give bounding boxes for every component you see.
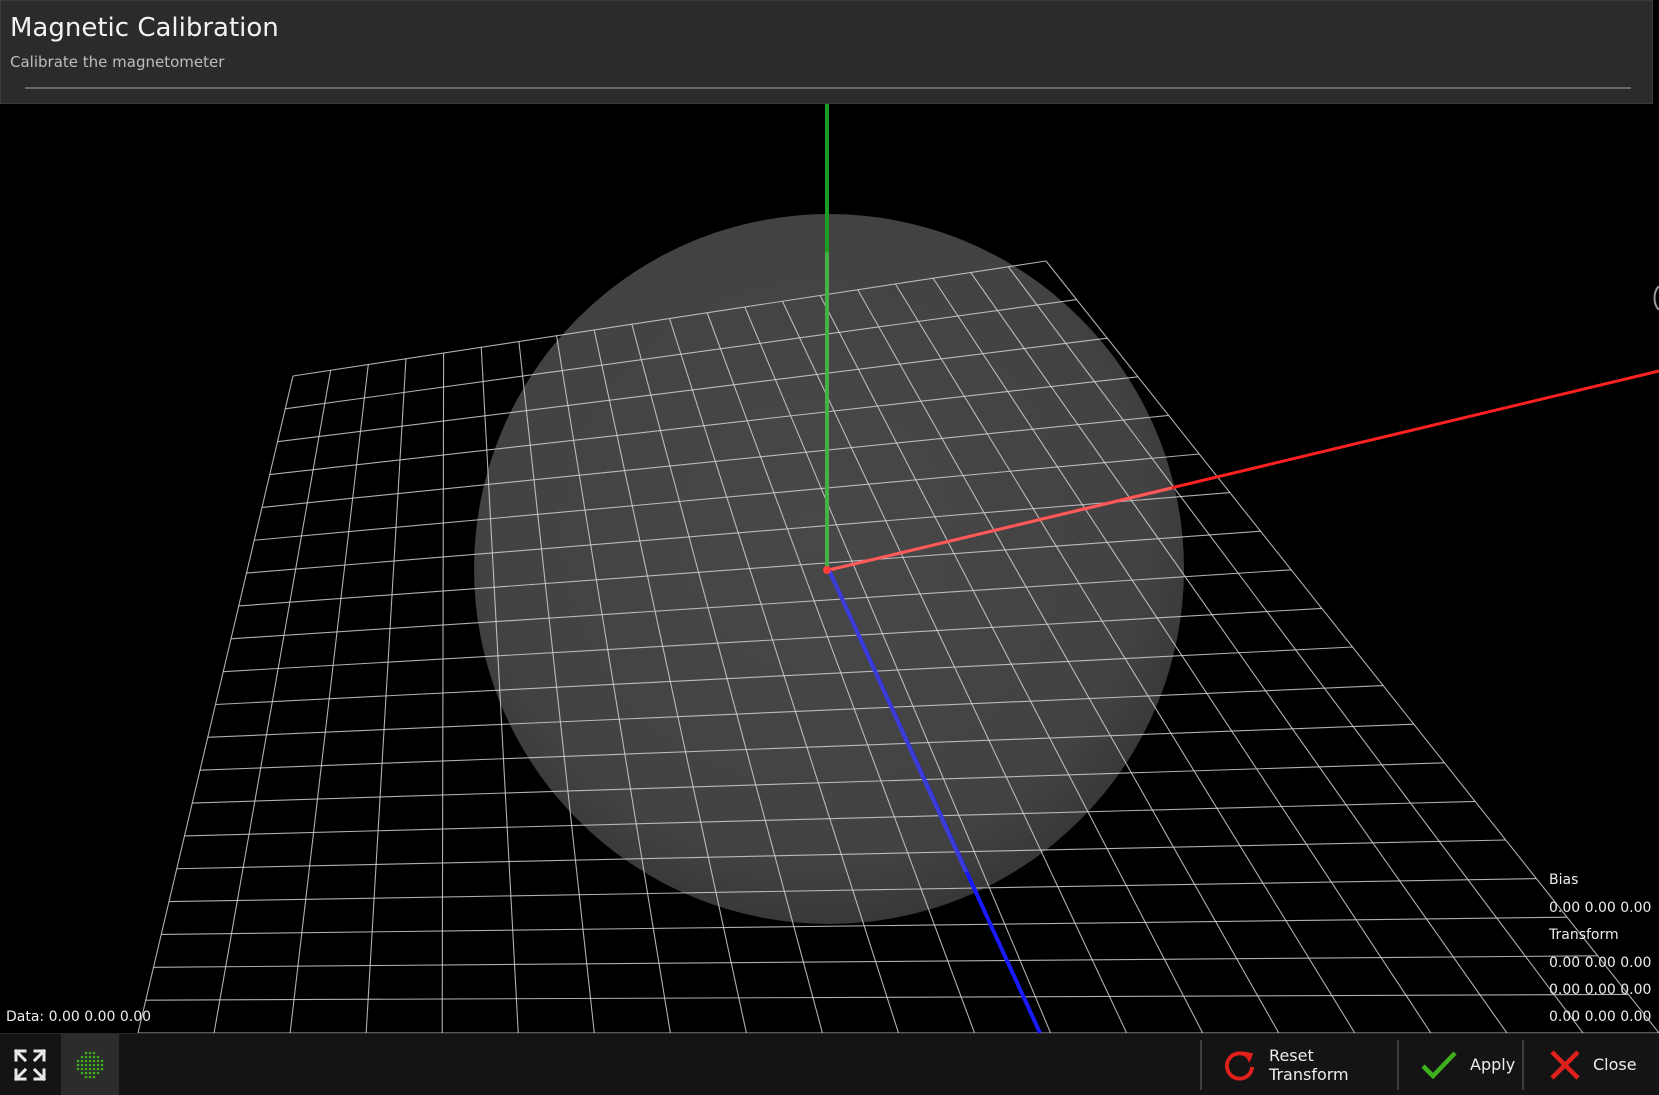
dot-grid-dot <box>100 1063 104 1066</box>
data-readout: Data: 0.00 0.00 0.00 <box>6 1009 152 1025</box>
dot-grid-dot <box>84 1063 88 1066</box>
transform-row: 0.00 0.00 0.00 <box>1549 982 1652 998</box>
refresh-icon <box>1225 1050 1255 1081</box>
apply-button[interactable]: Apply <box>1408 1034 1520 1095</box>
dot-grid-dot <box>92 1075 96 1078</box>
toolbar-separator <box>1522 1040 1524 1090</box>
header-divider <box>25 87 1631 89</box>
dot-grid-dot <box>96 1067 100 1070</box>
bias-label: Bias <box>1549 872 1579 888</box>
dot-grid-dot <box>92 1051 96 1054</box>
calibration-3d-viewport[interactable] <box>0 104 1659 1033</box>
dot-grid-dot <box>92 1059 96 1062</box>
expand-arrows-icon <box>13 1048 47 1081</box>
dot-grid-dot <box>96 1059 100 1062</box>
reset-transform-button[interactable]: Reset Transform <box>1210 1034 1395 1095</box>
transform-row: 0.00 0.00 0.00 <box>1549 1009 1652 1025</box>
dialog-subtitle: Calibrate the magnetometer <box>10 53 225 71</box>
dot-grid-dot <box>88 1055 92 1058</box>
bottom-toolbar: Reset Transform Apply Close <box>0 1033 1659 1095</box>
scene-canvas[interactable] <box>0 104 1659 1033</box>
checkmark-icon <box>1421 1050 1457 1079</box>
dot-grid-dot <box>80 1055 84 1058</box>
dot-grid-dot <box>84 1071 88 1074</box>
dot-grid-dot <box>92 1063 96 1066</box>
dot-grid-dot <box>76 1063 80 1066</box>
bias-value: 0.00 0.00 0.00 <box>1549 900 1652 916</box>
dot-grid-dot <box>100 1059 104 1062</box>
dot-grid-dot <box>84 1067 88 1070</box>
dot-grid-dot <box>84 1051 88 1054</box>
dot-grid-dot <box>92 1055 96 1058</box>
transform-row: 0.00 0.00 0.00 <box>1549 955 1652 971</box>
dialog-header: Magnetic Calibration Calibrate the magne… <box>0 0 1653 104</box>
toolbar-separator <box>1397 1040 1399 1090</box>
origin-point <box>823 566 831 574</box>
close-button[interactable]: Close <box>1533 1034 1659 1095</box>
points-toggle-button[interactable] <box>61 1034 119 1095</box>
dot-grid-icon <box>76 1051 104 1078</box>
dot-grid-dot <box>88 1063 92 1066</box>
dot-grid-dot <box>80 1063 84 1066</box>
close-label: Close <box>1593 1055 1637 1074</box>
dot-grid-dot <box>92 1067 96 1070</box>
close-x-icon <box>1550 1049 1580 1080</box>
dot-grid-dot <box>88 1067 92 1070</box>
dot-grid-dot <box>96 1055 100 1058</box>
dot-grid-dot <box>76 1059 80 1062</box>
dot-grid-dot <box>76 1067 80 1070</box>
dot-grid-dot <box>80 1071 84 1074</box>
dot-grid-dot <box>88 1071 92 1074</box>
dot-grid-dot <box>84 1075 88 1078</box>
apply-label: Apply <box>1470 1055 1516 1074</box>
dot-grid-dot <box>80 1059 84 1062</box>
scroll-notch-icon[interactable] <box>1650 286 1659 310</box>
dot-grid-dot <box>92 1071 96 1074</box>
dot-grid-dot <box>96 1071 100 1074</box>
dot-grid-dot <box>88 1059 92 1062</box>
dot-grid-dot <box>88 1075 92 1078</box>
dialog-title: Magnetic Calibration <box>10 13 279 43</box>
dot-grid-dot <box>100 1067 104 1070</box>
fullscreen-button[interactable] <box>0 1034 60 1095</box>
reset-transform-label: Reset Transform <box>1269 1045 1349 1084</box>
dot-grid-dot <box>84 1059 88 1062</box>
dot-grid-dot <box>88 1051 92 1054</box>
dot-grid-dot <box>80 1067 84 1070</box>
dot-grid-dot <box>96 1063 100 1066</box>
toolbar-separator <box>1200 1040 1202 1090</box>
dot-grid-dot <box>84 1055 88 1058</box>
transform-label: Transform <box>1549 927 1619 943</box>
